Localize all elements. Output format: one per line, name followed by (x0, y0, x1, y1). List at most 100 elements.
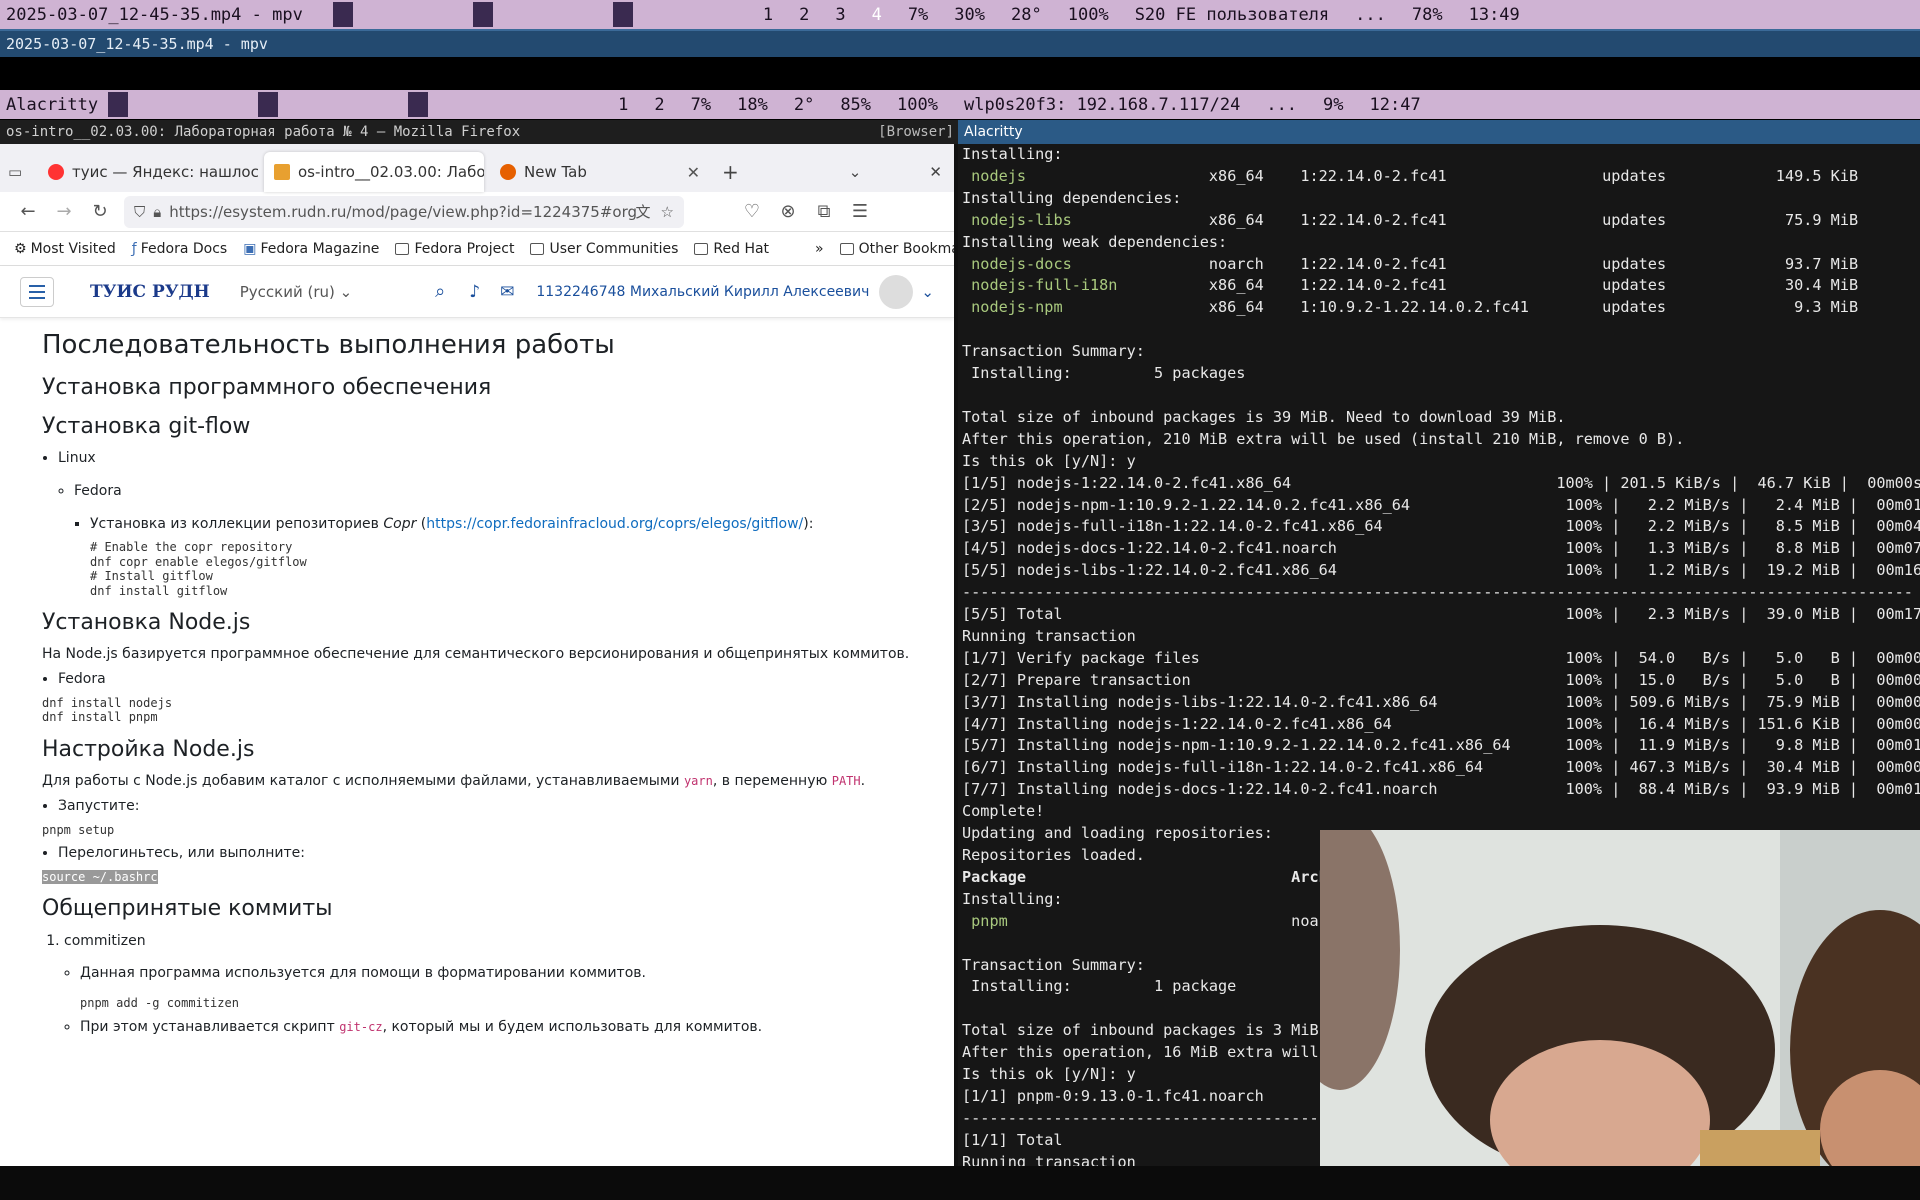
inner-temperature: 2° (793, 94, 815, 115)
terminal-line: [3/7] Installing nodejs-libs-1:22.14.0-2… (962, 692, 1920, 711)
close-window-icon[interactable]: ✕ (929, 152, 942, 192)
more-bookmarks-icon[interactable]: » (815, 241, 824, 257)
paragraph: На Node.js базируется программное обеспе… (42, 646, 910, 663)
bookmark-fedora-magazine[interactable]: ▣ Fedora Magazine (243, 241, 379, 257)
terminal-line: Installing: (962, 145, 1063, 163)
ellipsis: ... (1355, 4, 1386, 25)
webcam-image (1320, 830, 1920, 1166)
workspace-4[interactable]: 4 (872, 5, 882, 25)
inner-workspace-2[interactable]: 2 (654, 95, 664, 115)
workspace-marker (332, 2, 353, 27)
list-item: Linux Fedora Установка из коллекции репо… (58, 450, 912, 598)
terminal-line: Total size of inbound packages is 39 MiB… (962, 407, 1566, 426)
tab-label: туис — Яндекс: нашлось (72, 163, 258, 181)
bookmark-most-visited[interactable]: ⚙ Most Visited (14, 241, 116, 257)
tab-yandex[interactable]: туис — Яндекс: нашлось ✕ (38, 152, 258, 192)
reload-icon[interactable]: ↻ (82, 201, 118, 222)
heading-nodejs-config: Настройка Node.js (42, 736, 255, 762)
mpv-title: 2025-03-07_12-45-35.mp4 - mpv (6, 35, 268, 53)
close-icon[interactable]: ✕ (687, 163, 700, 182)
menu-icon[interactable]: ☰ (842, 201, 878, 222)
bookmark-red-hat[interactable]: Red Hat (694, 241, 769, 257)
tab-label: New Tab (524, 163, 587, 181)
window-tag: [Browser] (878, 124, 954, 140)
tab-new[interactable]: New Tab ✕ (490, 152, 710, 192)
bottom-bar (0, 1166, 1920, 1200)
terminal-line: nodejs-full-i18n x86_64 1:22.14.0-2.fc41… (971, 276, 1859, 295)
terminal-line: [5/5] nodejs-libs-1:22.14.0-2.fc41.x86_6… (962, 561, 1920, 580)
pocket-icon[interactable]: ♡ (734, 201, 770, 222)
clock: 13:49 (1468, 4, 1520, 25)
translate-icon[interactable]: 文 (636, 201, 651, 222)
code-block: pnpm add -g commitizen (80, 996, 239, 1011)
sidebar-icon[interactable]: ▭ (8, 152, 38, 192)
heading-commits: Общепринятые коммиты (42, 896, 333, 922)
heading-software-install: Установка программного обеспечения (42, 375, 492, 401)
site-header: ТУИС РУДН Русский (ru) ⌄ ⌕ ♪ ✉ 113224674… (0, 266, 954, 318)
bookmark-user-communities[interactable]: User Communities (530, 241, 678, 257)
workspace-2[interactable]: 2 (799, 5, 809, 25)
workspace-1[interactable]: 1 (763, 5, 773, 25)
bookmark-star-icon[interactable]: ☆ (661, 203, 674, 221)
tab-label: os-intro__02.03.00: Лабо (298, 163, 484, 181)
inner-clock: 12:47 (1369, 94, 1421, 115)
terminal-line: Installing: 5 packages (962, 364, 1246, 383)
nav-toolbar: ← → ↻ ⛉ 🔒︎ https://esystem.rudn.ru/mod/p… (0, 192, 954, 232)
heading-gitflow: Установка git-flow (42, 413, 251, 439)
extension-x-icon[interactable]: ⊗ (770, 201, 806, 222)
list-item: Запустите: (58, 798, 912, 815)
firefox-window: ▭ туис — Яндекс: нашлось ✕ os-intro__02.… (0, 144, 958, 1166)
code-block: # Enable the copr repository dnf copr en… (90, 540, 307, 598)
extensions-icon[interactable]: ⧉ (806, 201, 842, 222)
chevron-down-icon[interactable]: ⌄ (921, 283, 934, 301)
terminal-line: nodejs-npm x86_64 1:10.9.2-1.22.14.0.2.f… (971, 298, 1859, 317)
selected-code[interactable]: source ~/.bashrc (42, 869, 158, 884)
workspace-marker (472, 2, 493, 27)
language-selector[interactable]: Русский (ru) ⌄ (240, 283, 352, 301)
copr-link[interactable]: https://copr.fedorainfracloud.org/coprs/… (426, 516, 803, 532)
moodle-icon (274, 164, 290, 180)
back-icon[interactable]: ← (10, 201, 46, 222)
temperature: 28° (1011, 4, 1042, 25)
code-block: pnpm setup (42, 822, 115, 837)
chat-icon[interactable]: ✉ (500, 282, 514, 302)
paragraph: Для работы с Node.js добавим каталог с и… (42, 773, 866, 790)
shield-icon[interactable]: ⛉ (134, 203, 145, 221)
bookmark-other[interactable]: Other Bookmarks (839, 241, 954, 257)
avatar[interactable] (879, 274, 914, 309)
terminal-window-title: Alacritty (958, 120, 1920, 144)
site-logo[interactable]: ТУИС РУДН (90, 282, 210, 302)
url-bar[interactable]: ⛉ 🔒︎ https://esystem.rudn.ru/mod/page/vi… (124, 195, 684, 228)
bookmark-fedora-docs[interactable]: ƒ Fedora Docs (132, 241, 227, 257)
page-content: Последовательность выполнения работы Уст… (0, 318, 954, 1049)
memory-usage: 30% (954, 4, 986, 25)
hamburger-menu-icon[interactable] (20, 276, 54, 307)
mpv-title-bar: 2025-03-07_12-45-35.mp4 - mpv (0, 29, 1920, 57)
user-name[interactable]: 1132246748 Михальский Кирилл Алексеевич (536, 284, 869, 300)
inner-workspace-1[interactable]: 1 (618, 95, 628, 115)
forward-icon[interactable]: → (46, 201, 82, 222)
code-block: source ~/.bashrc (42, 869, 912, 884)
network-name: S20 FE пользователя (1134, 4, 1330, 25)
page-title: Последовательность выполнения работы (42, 330, 615, 360)
workspace-marker (258, 92, 279, 117)
bookmark-fedora-project[interactable]: Fedora Project (395, 241, 514, 257)
workspace-3[interactable]: 3 (835, 5, 845, 25)
battery-level: 78% (1411, 4, 1443, 25)
url-text[interactable]: https://esystem.rudn.ru/mod/page/view.ph… (169, 203, 635, 221)
bell-icon[interactable]: ♪ (469, 282, 480, 302)
webcam-overlay (1320, 830, 1920, 1166)
new-tab-icon[interactable]: + (722, 152, 739, 192)
terminal-line: [4/7] Installing nodejs-1:22.14.0-2.fc41… (962, 714, 1920, 733)
list-item: Fedora Установка из коллекции репозитори… (74, 483, 912, 598)
terminal-line: [5/7] Installing nodejs-npm-1:10.9.2-1.2… (962, 736, 1920, 755)
list-item: Fedora (58, 671, 912, 688)
tab-os-intro[interactable]: os-intro__02.03.00: Лабо ✕ (264, 152, 484, 192)
terminal-line: [1/5] nodejs-1:22.14.0-2.fc41.x86_64 100… (962, 473, 1920, 492)
search-icon[interactable]: ⌕ (435, 281, 445, 302)
volume-level: 100% (1067, 4, 1109, 25)
terminal-line: [2/7] Prepare transaction 100% | 15.0 B/… (962, 670, 1920, 689)
inner-cpu: 7% (690, 94, 712, 115)
list-tabs-icon[interactable]: ⌄ (849, 152, 862, 192)
